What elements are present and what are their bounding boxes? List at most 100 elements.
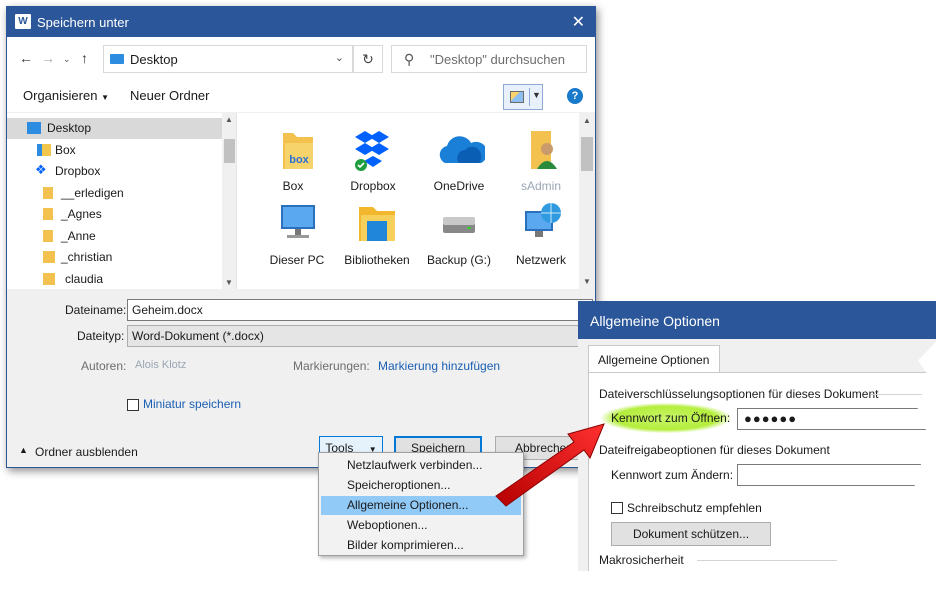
back-arrow-icon[interactable]: ← [19,50,33,66]
nav-item-label: Dropbox [55,164,101,178]
modify-password-label: Kennwort zum Ändern: [611,468,734,482]
address-text: Desktop [130,52,178,67]
menu-item-web-options[interactable]: Weboptionen... [321,516,521,535]
drive-icon [437,199,481,247]
protect-document-button[interactable]: Dokument schützen... [611,522,771,546]
new-folder-button[interactable]: Neuer Ordner [130,88,209,103]
file-item-onedrive[interactable]: OneDrive [419,125,499,194]
section-divider [697,560,837,561]
caret-down-icon: ▼ [101,93,109,102]
file-label: Dieser PC [269,253,325,267]
forward-arrow-icon[interactable]: → [41,50,55,66]
macro-section-label: Makrosicherheit [599,553,684,567]
dialog-title: Speichern unter [37,15,129,30]
save-as-dialog: W Speichern unter ✕ ← → ⌄ ↑ Desktop ⌄ ↻ … [6,6,596,468]
nav-item-label: _christian [61,250,113,264]
nav-item-label: claudia [65,272,104,286]
organize-button[interactable]: Organisieren ▼ [23,88,109,103]
file-item-backup[interactable]: Backup (G:) [419,199,499,268]
view-icon [510,91,524,103]
tab-general-options[interactable]: Allgemeine Optionen [588,345,720,373]
address-bar[interactable]: Desktop ⌄ [103,45,353,73]
options-title-bar: Allgemeine Optionen [578,301,936,339]
modify-password-field[interactable] [737,464,936,486]
nav-item-label: __erledigen [61,186,124,200]
folder-icon [43,273,55,285]
open-password-label: Kennwort zum Öffnen: [611,411,731,425]
authors-value[interactable]: Alois Klotz [135,359,186,371]
computer-icon [275,199,319,247]
file-item-user[interactable]: sAdmin [501,125,579,194]
command-toolbar: Organisieren ▼ Neuer Ordner ▼ ? [7,83,595,113]
file-item-dropbox[interactable]: Dropbox [333,125,413,194]
nav-item-folder[interactable]: _Anne [7,226,222,247]
nav-item-box[interactable]: Box [7,140,222,161]
sharing-section-label: Dateifreigabeoptionen für dieses Dokumen… [599,443,830,457]
nav-item-folder[interactable]: _Agnes [7,204,222,225]
options-title: Allgemeine Optionen [590,313,720,329]
file-item-box[interactable]: box Box [253,125,333,194]
red-arrow-icon [495,423,605,507]
scroll-thumb[interactable] [224,139,235,163]
nav-scrollbar[interactable]: ▲ ▼ [222,113,236,289]
hide-folders-button[interactable]: Ordner ausblenden [35,445,138,459]
nav-item-folder[interactable]: _christian [7,247,222,268]
filetype-value: Word-Dokument (*.docx) [132,329,264,343]
general-options-dialog: Allgemeine Optionen Allgemeine Optionen … [578,301,936,571]
caret-down-icon[interactable]: ▼ [532,90,541,100]
user-folder-icon [519,125,563,173]
network-icon [519,199,563,247]
screenshot-stage: W Speichern unter ✕ ← → ⌄ ↑ Desktop ⌄ ↻ … [0,0,944,589]
file-item-network[interactable]: Netzwerk [501,199,579,268]
nav-item-label: _Anne [61,229,96,243]
file-label: Box [282,179,304,193]
chevron-up-icon[interactable]: ▲ [19,445,28,455]
help-icon[interactable]: ? [567,88,583,104]
up-arrow-icon[interactable]: ↑ [81,50,88,66]
search-placeholder: "Desktop" durchsuchen [430,52,565,67]
scroll-thumb[interactable] [581,137,593,171]
desktop-icon [27,122,41,134]
dropbox-icon: ❖ [35,162,47,177]
thumbnail-checkbox[interactable] [127,399,139,411]
refresh-icon[interactable]: ↻ [353,45,383,73]
filetype-select[interactable]: Word-Dokument (*.docx) [127,325,593,347]
file-item-libraries[interactable]: Bibliotheken [337,199,417,268]
filetype-label: Dateityp: [77,329,125,343]
filename-value: Geheim.docx [132,303,203,317]
open-password-field[interactable]: ●●●●●● [737,408,936,430]
recent-locations-icon[interactable]: ⌄ [63,54,71,65]
file-item-this-pc[interactable]: Dieser PC [257,199,337,268]
search-input[interactable]: ⚲ "Desktop" durchsuchen [391,45,587,73]
chevron-down-icon[interactable]: ⌄ [335,51,344,64]
box-folder-icon: box [271,125,315,173]
scroll-up-icon[interactable]: ▲ [583,116,591,125]
read-only-label: Schreibschutz empfehlen [627,501,762,515]
search-icon: ⚲ [404,51,415,67]
file-label: Bibliotheken [344,253,410,267]
menu-item-compress-pictures[interactable]: Bilder komprimieren... [321,536,521,555]
add-tag-link[interactable]: Markierung hinzufügen [378,359,500,373]
options-panel: Dateiverschlüsselungsoptionen für dieses… [588,372,936,571]
filename-label: Dateiname: [65,303,127,317]
scroll-up-icon[interactable]: ▲ [225,115,233,124]
view-options-button[interactable]: ▼ [503,84,543,110]
tags-label: Markierungen: [293,359,370,373]
file-list-scrollbar[interactable]: ▲ ▼ [579,113,595,289]
scroll-down-icon[interactable]: ▼ [225,278,233,287]
onedrive-cloud-icon [437,125,488,173]
view-separator [529,88,530,106]
nav-item-folder[interactable]: claudia [7,269,222,289]
nav-item-label: _Agnes [61,207,102,221]
nav-item-desktop[interactable]: Desktop [7,118,222,139]
word-icon: W [15,14,31,29]
nav-item-dropbox[interactable]: ❖ Dropbox [7,161,222,182]
authors-label: Autoren: [81,359,127,373]
scroll-down-icon[interactable]: ▼ [583,277,591,286]
thumbnail-label[interactable]: Miniatur speichern [143,397,241,411]
nav-item-label: Box [55,143,76,157]
filename-field[interactable]: Geheim.docx [127,299,593,321]
file-label: Dropbox [350,179,396,193]
close-icon[interactable]: ✕ [572,12,585,32]
nav-item-folder[interactable]: __erledigen [7,183,222,204]
